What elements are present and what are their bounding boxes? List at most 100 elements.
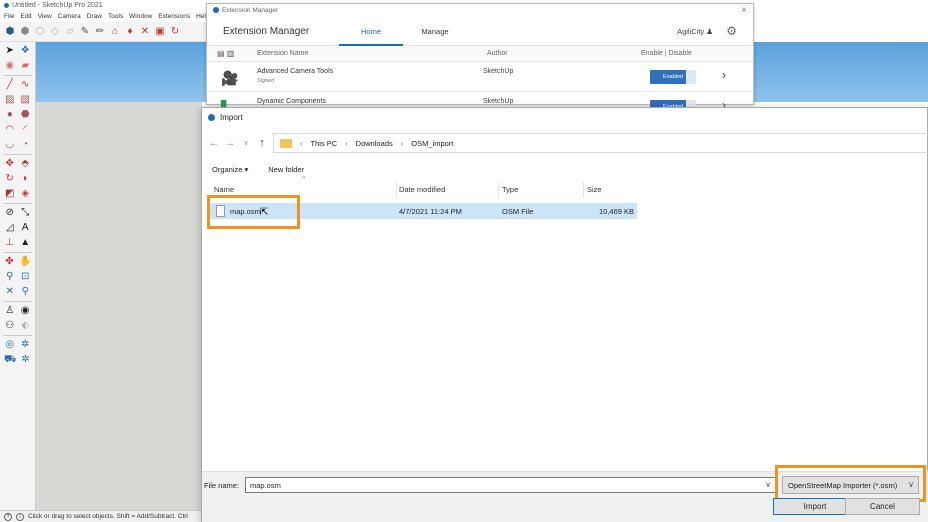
menu-file[interactable]: File [4,13,14,20]
geo-location-icon[interactable]: ◎ [4,339,16,351]
trimble-connect-icon[interactable]: ✲ [20,339,32,351]
polygon-icon[interactable]: ⬣ [20,109,32,121]
zoom-extents-icon[interactable]: ✕ [4,286,16,298]
two-point-arc-icon[interactable]: ◜ [20,124,32,136]
extension-name: Dynamic Components [257,98,326,105]
extension-icon[interactable]: ▣ [154,26,166,38]
zoom-icon[interactable]: ⚲ [4,271,16,283]
3d-text-icon[interactable]: ▲ [20,237,32,249]
right-view-icon[interactable]: ◇ [49,26,61,38]
pencil-icon[interactable]: ✏ [94,26,106,38]
position-camera-icon[interactable]: ♙ [4,305,16,317]
menu-camera[interactable]: Camera [58,13,81,20]
iso-view-icon[interactable]: ⬢ [4,26,16,38]
extension-row[interactable]: 🎥 Advanced Camera Tools Signed SketchUp … [207,62,753,92]
rotate-icon[interactable]: ↻ [4,173,16,185]
user-account[interactable]: AgiliCity ♟ [677,27,713,36]
offset-icon[interactable]: ◈ [20,188,32,200]
tab-home[interactable]: Home [339,18,403,46]
freehand-icon[interactable]: ∿ [20,79,32,91]
breadcrumb-this-pc[interactable]: This PC [311,139,338,148]
tab-manage[interactable]: Manage [403,18,467,46]
highlight-box [775,465,926,502]
rectangle-icon[interactable]: ▨ [4,94,16,106]
back-view-icon[interactable]: ▱ [64,26,76,38]
new-folder-button[interactable]: New folder [268,165,304,174]
chevron-right-icon[interactable]: › [722,68,726,82]
share-model-icon[interactable]: ⛟ [4,354,17,366]
breadcrumb-osm-import[interactable]: OSM_import [411,139,453,148]
chevron-right-icon[interactable]: › [300,139,303,148]
push-pull-icon[interactable]: ⬘ [20,158,32,170]
front-view-icon[interactable]: ⬡ [34,26,46,38]
look-around-icon[interactable]: ◉ [20,305,32,317]
recent-dropdown-icon[interactable]: ∨ [238,139,254,147]
close-icon[interactable]: × [741,5,747,16]
dimension-icon[interactable]: ⤡ [20,207,32,219]
pie-icon[interactable]: ◔ [20,139,32,151]
refresh-icon[interactable]: ↻ [169,26,181,38]
axes-icon[interactable]: ⊥ [4,237,16,249]
column-date-modified[interactable]: Date modified [399,185,445,194]
three-point-arc-icon[interactable]: ◡ [4,139,16,151]
menu-extensions[interactable]: Extensions [158,13,190,20]
circle-icon[interactable]: ● [4,109,16,121]
rotated-rectangle-icon[interactable]: ▧ [20,94,32,106]
sketchup-logo-icon [4,2,9,8]
column-type[interactable]: Type [502,185,518,194]
file-type: OSM File [502,207,534,216]
pan-icon[interactable]: ✋ [19,256,31,268]
eyedropper-icon[interactable]: ✎ [79,26,91,38]
move-icon[interactable]: ✥ [4,158,16,170]
scale-icon[interactable]: ◩ [4,188,16,200]
chevron-right-icon[interactable]: › [345,139,348,148]
paint-bucket-icon[interactable]: ◉ [4,60,16,72]
component-icon[interactable]: ❖ [20,45,32,57]
address-bar[interactable]: › This PC › Downloads › OSM_import [273,133,928,153]
organize-button[interactable]: Organize ▾ [212,165,248,174]
arc-icon[interactable]: ◠ [4,124,16,136]
eraser-icon[interactable]: ▰ [20,60,32,72]
extension-enable-toggle[interactable]: Enabled [650,70,696,84]
column-divider[interactable] [498,182,499,198]
text-tool-icon[interactable]: A [20,222,32,234]
menu-view[interactable]: View [38,13,52,20]
column-divider[interactable] [396,182,397,198]
menu-tools[interactable]: Tools [108,13,123,20]
chevron-right-icon[interactable]: › [401,139,404,148]
extension-warehouse-icon[interactable]: ✲ [20,354,31,366]
select-arrow-icon[interactable]: ➤ [4,45,16,57]
list-view-icons[interactable]: ▤ ▥ [207,49,257,58]
extension-author: SketchUp [483,98,514,105]
orbit-icon[interactable]: ✤ [4,256,15,268]
line-icon[interactable]: ╱ [4,79,16,91]
tape-measure-icon[interactable]: ⊘ [4,207,16,219]
section-plane-icon[interactable]: ⬖ [20,320,32,332]
column-size[interactable]: Size [587,185,602,194]
cancel-button[interactable]: Cancel [845,498,920,515]
gear-icon[interactable]: ⚙ [726,24,737,38]
forward-arrow-icon[interactable]: → [222,137,238,149]
up-arrow-icon[interactable]: ↑ [254,137,270,149]
chevron-down-icon[interactable]: ∨ [765,480,771,489]
close-x-icon[interactable]: ✕ [139,26,151,38]
menu-edit[interactable]: Edit [20,13,31,20]
status-info-icon[interactable]: ? [4,513,12,521]
protractor-icon[interactable]: ◿ [4,222,16,234]
column-name[interactable]: Name [214,185,234,194]
previous-view-icon[interactable]: ⚲ [20,286,32,298]
breadcrumb-downloads[interactable]: Downloads [356,139,393,148]
status-help-icon[interactable]: i [16,513,24,521]
menu-window[interactable]: Window [129,13,152,20]
follow-me-icon[interactable]: ◗ [20,173,32,185]
ruby-icon[interactable]: ♦ [124,26,136,38]
column-divider[interactable] [583,182,584,198]
walk-icon[interactable]: ⚇ [4,320,16,332]
file-name-input[interactable]: map.osm ∨ [245,477,776,493]
back-arrow-icon[interactable]: ← [206,137,222,149]
top-view-icon[interactable]: ⬢ [19,26,31,38]
zoom-window-icon[interactable]: ⊡ [20,271,32,283]
warehouse-icon[interactable]: ⌂ [109,26,121,38]
file-row[interactable]: map.osm 4/7/2021 11:24 PM OSM File 10,46… [207,195,637,229]
menu-draw[interactable]: Draw [87,13,102,20]
